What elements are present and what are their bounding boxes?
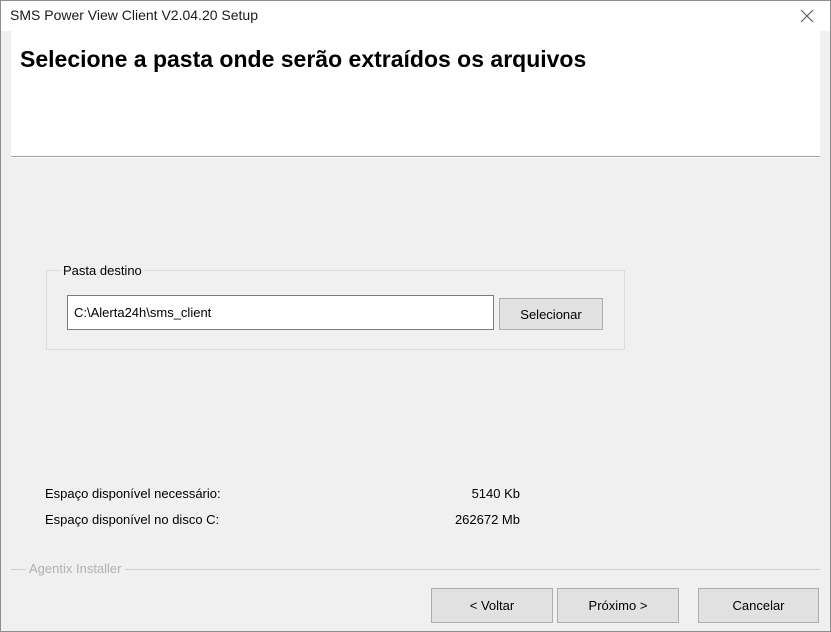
setup-window: SMS Power View Client V2.04.20 Setup Sel… — [0, 0, 831, 632]
cancel-button[interactable]: Cancelar — [698, 588, 819, 623]
destination-group: Pasta destino Selecionar — [46, 263, 625, 350]
installer-brand-label: Agentix Installer — [26, 561, 125, 576]
destination-group-label: Pasta destino — [61, 263, 144, 278]
window-title: SMS Power View Client V2.04.20 Setup — [10, 7, 258, 23]
title-bar: SMS Power View Client V2.04.20 Setup — [1, 1, 830, 31]
required-space-label: Espaço disponível necessário: — [45, 486, 221, 501]
next-button[interactable]: Próximo > — [557, 588, 679, 623]
header-divider — [11, 156, 820, 158]
page-title: Selecione a pasta onde serão extraídos o… — [20, 46, 587, 72]
available-space-value: 262672 Mb — [454, 512, 520, 527]
close-icon — [800, 9, 814, 23]
back-button[interactable]: < Voltar — [431, 588, 553, 623]
required-space-value: 5140 Kb — [471, 486, 520, 501]
close-button[interactable] — [784, 1, 830, 31]
select-folder-button[interactable]: Selecionar — [499, 298, 603, 330]
available-space-label: Espaço disponível no disco C: — [45, 512, 220, 527]
destination-path-input[interactable] — [67, 295, 494, 330]
footer-divider — [11, 569, 820, 570]
